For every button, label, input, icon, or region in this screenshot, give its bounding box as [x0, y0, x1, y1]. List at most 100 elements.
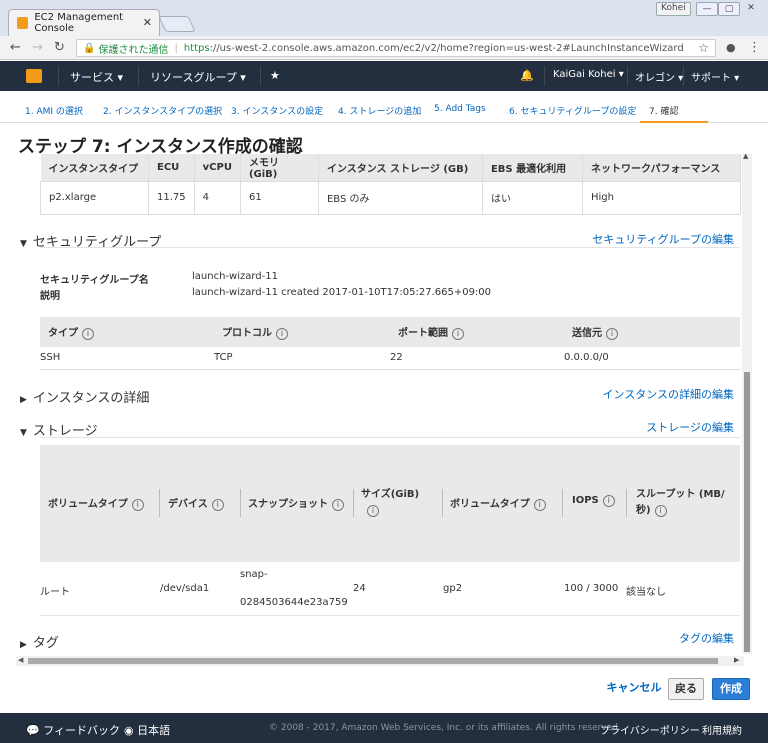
edit-tags-link[interactable]: タグの編集 — [679, 630, 734, 646]
lock-icon: 🔒 — [83, 42, 96, 54]
edit-instance-details-link[interactable]: インスタンスの詳細の編集 — [602, 386, 734, 402]
edit-security-group-link[interactable]: セキュリティグループの編集 — [592, 231, 734, 247]
info-icon: i — [131, 499, 144, 511]
col-volume-type: ボリュームタイプ i — [48, 495, 144, 511]
pin-icon[interactable]: ★ — [270, 69, 280, 82]
instance-details-toggle[interactable]: ▶ インスタンスの詳細 — [20, 387, 149, 406]
col-instance-type: インスタンスタイプ — [40, 154, 149, 181]
col-protocol: プロトコル i — [214, 317, 390, 347]
col-ecu: ECU — [148, 154, 195, 181]
vertical-scroll-thumb[interactable] — [744, 372, 750, 652]
language-selector[interactable]: ◉ 日本語 — [124, 722, 170, 738]
col-iops: IOPS i — [572, 495, 615, 507]
active-step-underline — [640, 121, 708, 123]
close-tab-icon[interactable]: ✕ — [143, 16, 152, 29]
step-instance-type[interactable]: 2. インスタンスタイプの選択 — [103, 104, 222, 117]
col-device: デバイス i — [168, 495, 224, 511]
col-source: 送信元 i — [564, 317, 740, 347]
scroll-left-icon[interactable]: ◀ — [18, 656, 23, 664]
url-text: ://us-west-2.console.aws.amazon.com/ec2/… — [209, 42, 684, 54]
tags-toggle[interactable]: ▶ タグ — [20, 632, 59, 651]
col-ebs-optimized: EBS 最適化利用 — [482, 154, 583, 181]
url-input[interactable]: 🔒 保護された通信 | https ://us-west-2.console.a… — [76, 39, 716, 57]
table-row: p2.xlarge 11.75 4 61 EBS のみ はい High — [40, 180, 742, 215]
aws-favicon-icon — [17, 17, 29, 29]
step-review: 7. 確認 — [649, 107, 679, 117]
bookmark-star-icon[interactable]: ☆ — [698, 41, 709, 55]
col-volume-type-2: ボリュームタイプ i — [450, 495, 546, 511]
col-instance-storage: インスタンス ストレージ (GB) — [318, 154, 483, 181]
terms-link[interactable]: 利用規約 — [702, 722, 742, 737]
user-menu[interactable]: KaiGai Kohei ▾ — [553, 69, 624, 80]
address-bar-row: ← → ↻ 🔒 保護された通信 | https ://us-west-2.con… — [0, 36, 768, 60]
security-rules-table: タイプ i プロトコル i ポート範囲 i 送信元 i SSH TCP 22 0.0.0… — [40, 317, 740, 370]
menu-dots-icon[interactable]: ⋮ — [748, 40, 761, 55]
info-icon: i — [606, 328, 618, 340]
edit-storage-link[interactable]: ストレージの編集 — [646, 419, 734, 435]
info-icon: i — [452, 328, 464, 340]
instance-type-table: インスタンスタイプ ECU vCPU メモリ (GiB) インスタンス ストレー… — [40, 154, 742, 215]
expanded-triangle-icon: ▼ — [20, 428, 27, 438]
step-storage[interactable]: 4. ストレージの追加 — [338, 104, 421, 117]
scroll-right-icon[interactable]: ▶ — [734, 656, 739, 664]
maximize-icon[interactable]: ▢ — [718, 2, 740, 16]
col-memory: メモリ (GiB) — [240, 154, 319, 181]
step-tags[interactable]: 5. Add Tags — [434, 104, 486, 114]
services-menu[interactable]: サービス ▾ — [70, 69, 123, 85]
aws-footer: 💬 フィードバック ◉ 日本語 © 2008 - 2017, Amazon We… — [0, 713, 768, 743]
copyright-text: © 2008 - 2017, Amazon Web Services, Inc.… — [269, 723, 621, 733]
launch-button[interactable]: 作成 — [712, 678, 750, 700]
browser-tab[interactable]: EC2 Management Console ✕ — [8, 9, 160, 36]
back-arrow-icon[interactable]: ← — [10, 40, 21, 55]
info-icon: i — [533, 499, 546, 511]
profile-name[interactable]: Kohei — [656, 2, 691, 16]
col-snapshot: スナップショット i — [248, 495, 344, 511]
resource-groups-menu[interactable]: リソースグループ ▾ — [150, 69, 246, 85]
info-icon: i — [654, 505, 667, 517]
step-ami[interactable]: 1. AMI の選択 — [25, 104, 83, 117]
cancel-button[interactable]: キャンセル — [606, 678, 662, 700]
col-port-range: ポート範囲 i — [390, 317, 564, 347]
info-icon: i — [332, 499, 344, 511]
review-content: インスタンスタイプ ECU vCPU メモリ (GiB) インスタンス ストレー… — [0, 154, 742, 654]
info-icon: i — [276, 328, 288, 340]
table-row: SSH TCP 22 0.0.0.0/0 — [40, 347, 740, 370]
aws-logo-icon[interactable] — [26, 69, 42, 83]
horizontal-scroll-thumb[interactable] — [28, 658, 718, 664]
collapsed-triangle-icon: ▶ — [20, 395, 27, 405]
tab-title: EC2 Management Console — [34, 12, 124, 34]
sg-desc-label: 説明 — [40, 291, 60, 302]
col-type: タイプ i — [40, 317, 214, 347]
expanded-triangle-icon: ▼ — [20, 239, 27, 249]
secure-label: 保護された通信 — [98, 44, 169, 56]
browser-titlebar: EC2 Management Console ✕ Kohei — ▢ ✕ — [0, 0, 768, 36]
feedback-link[interactable]: 💬 フィードバック — [26, 722, 120, 738]
col-throughput: スループット (MB/秒) i — [636, 489, 725, 517]
sg-name-value: launch-wizard-11 — [192, 271, 278, 282]
reload-icon[interactable]: ↻ — [54, 40, 65, 55]
back-button[interactable]: 戻る — [668, 678, 704, 700]
wizard-steps: 1. AMI の選択 2. インスタンスタイプの選択 3. インスタンスの設定 … — [0, 91, 768, 123]
col-network: ネットワークパフォーマンス — [582, 154, 742, 181]
minimize-icon[interactable]: — — [696, 2, 718, 16]
info-icon: i — [82, 328, 94, 340]
extension-icon[interactable]: ● — [726, 41, 736, 54]
forward-arrow-icon[interactable]: → — [32, 40, 43, 55]
support-menu[interactable]: サポート ▾ — [691, 69, 739, 84]
step-security-group[interactable]: 6. セキュリティグループの設定 — [509, 104, 636, 117]
scroll-up-icon[interactable]: ▲ — [743, 152, 748, 160]
step-configure[interactable]: 3. インスタンスの設定 — [231, 104, 323, 117]
privacy-policy-link[interactable]: プライバシーポリシー — [600, 722, 700, 737]
bell-icon[interactable]: 🔔 — [520, 69, 534, 82]
sg-desc-value: launch-wizard-11 created 2017-01-10T17:0… — [192, 287, 492, 298]
col-vcpu: vCPU — [194, 154, 241, 181]
collapsed-triangle-icon: ▶ — [20, 640, 27, 650]
storage-table-header: ボリュームタイプ i デバイス i スナップショット i サイズ(GiB) i ボリュー… — [40, 445, 740, 562]
sg-name-label: セキュリティグループ名 — [40, 275, 149, 286]
url-protocol: https — [183, 42, 210, 54]
col-size: サイズ(GiB) i — [361, 489, 420, 517]
info-icon: i — [367, 505, 379, 517]
close-window-icon[interactable]: ✕ — [740, 2, 762, 16]
region-menu[interactable]: オレゴン ▾ — [635, 69, 683, 84]
new-tab-button[interactable] — [158, 16, 196, 32]
